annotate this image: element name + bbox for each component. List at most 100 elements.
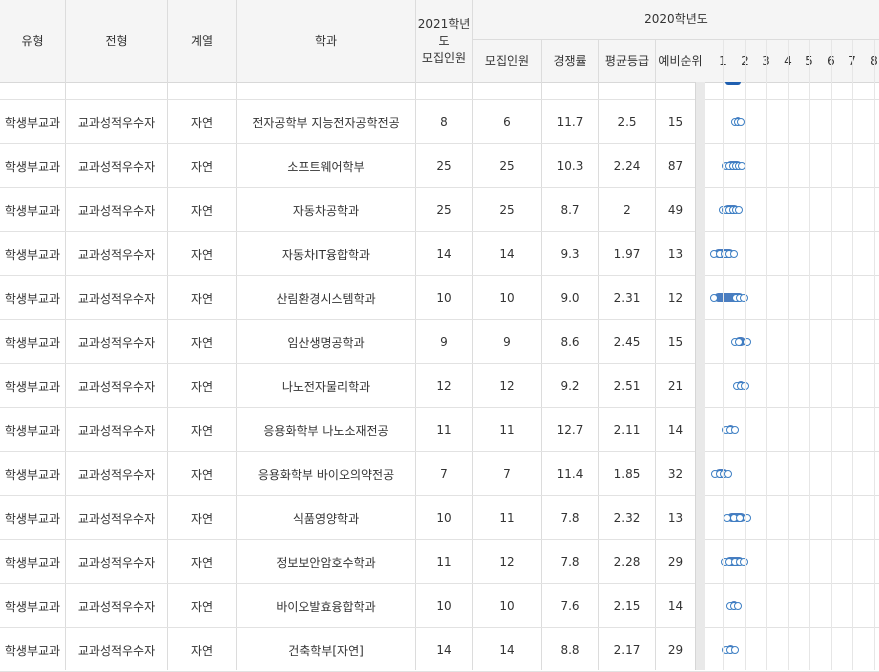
cell-dept: 바이오발효융합학과	[276, 599, 376, 614]
cell-quota-2020: 9	[503, 335, 511, 349]
cell-waitlist: 29	[667, 643, 684, 657]
cell-avg-grade: 2.31	[613, 291, 641, 305]
cell-dept: 자동차공학과	[292, 203, 360, 218]
cell-type: 학생부교과	[4, 115, 61, 130]
cell-waitlist: 13	[667, 511, 684, 525]
cell-dept: 전자공학부 지능전자공학전공	[252, 115, 400, 130]
cell-competition: 11.7	[556, 115, 584, 129]
cell-competition: 8.7	[560, 203, 580, 217]
grade-tick-line	[831, 40, 832, 670]
grade-point-marker	[742, 337, 751, 346]
cell-quota-2020: 10	[499, 291, 515, 305]
cell-waitlist: 13	[667, 247, 684, 261]
cell-quota-2020: 10	[499, 599, 515, 613]
cell-avg-grade: 2.11	[613, 423, 641, 437]
header-competition: 경쟁률	[553, 53, 587, 68]
cell-dept: 자동차IT융합학과	[281, 247, 371, 262]
table-row: 학생부교과 교과성적우수자 자연 응용화학부 나노소재전공 11 11 12.7 2.11 14	[0, 408, 879, 452]
cell-quota-2021: 25	[436, 159, 452, 173]
cell-admission: 교과성적우수자	[77, 555, 156, 570]
cell-waitlist: 49	[667, 203, 684, 217]
header-track: 계열	[190, 33, 214, 48]
cell-quota-2021: 14	[436, 247, 452, 261]
cell-dept: 나노전자물리학과	[281, 379, 371, 394]
table-row: 학생부교과 교과성적우수자 자연 전자공학부 지능전자공학전공 8 6 11.7 2.5 15	[0, 100, 879, 144]
cell-quota-2021: 7	[440, 467, 448, 481]
grade-tick-line	[852, 40, 853, 670]
header-admission: 전형	[105, 33, 128, 48]
table-row: 학생부교과 교과성적우수자 자연 자동차IT융합학과 14 14 9.3 1.97 13	[0, 232, 879, 276]
partial-grade-bar	[725, 82, 741, 85]
cell-competition: 9.0	[560, 291, 580, 305]
header-quota-2021-line2: 모집인원	[421, 50, 467, 65]
cell-track: 자연	[190, 423, 214, 438]
cell-track: 자연	[190, 643, 214, 658]
cell-admission: 교과성적우수자	[77, 423, 156, 438]
cell-avg-grade: 2	[623, 203, 631, 217]
grade-point-marker	[710, 293, 719, 302]
cell-track: 자연	[190, 291, 214, 306]
table-row: 학생부교과 교과성적우수자 자연 정보보안암호수학과 11 12 7.8 2.28 29	[0, 540, 879, 584]
table-row: 학생부교과 교과성적우수자 자연 건축학부[자연] 14 14 8.8 2.17 29	[0, 628, 879, 672]
cell-competition: 8.6	[560, 335, 580, 349]
cell-dept: 정보보안암호수학과	[276, 555, 376, 570]
cell-competition: 12.7	[556, 423, 584, 437]
cell-type: 학생부교과	[4, 555, 61, 570]
header-quota-2021: 2021학년도 모집인원	[416, 14, 472, 68]
cell-avg-grade: 2.28	[613, 555, 641, 569]
cell-competition: 9.2	[560, 379, 580, 393]
table-row: 학생부교과 교과성적우수자 자연 바이오발효융합학과 10 10 7.6 2.15 14	[0, 584, 879, 628]
cell-quota-2020: 11	[499, 511, 515, 525]
cell-quota-2021: 10	[436, 599, 452, 613]
grade-tick-line	[809, 40, 810, 670]
cell-type: 학생부교과	[4, 423, 61, 438]
grade-point-marker	[734, 205, 743, 214]
cell-competition: 7.6	[560, 599, 580, 613]
cell-track: 자연	[190, 379, 214, 394]
cell-dept: 소프트웨어학부	[287, 159, 365, 174]
grade-point-marker	[737, 117, 746, 126]
grade-scale-label: 8	[863, 40, 879, 82]
cell-quota-2020: 6	[503, 115, 511, 129]
cell-track: 자연	[190, 247, 214, 262]
header-avg-grade: 평균등급	[604, 53, 650, 68]
cell-waitlist: 32	[667, 467, 684, 481]
table-row: 학생부교과 교과성적우수자 자연 응용화학부 바이오의약전공 7 7 11.4 1.85 32	[0, 452, 879, 496]
cell-competition: 11.4	[556, 467, 584, 481]
grade-point-marker	[724, 469, 733, 478]
cell-admission: 교과성적우수자	[77, 599, 156, 614]
cell-admission: 교과성적우수자	[77, 115, 156, 130]
cell-track: 자연	[190, 467, 214, 482]
cell-type: 학생부교과	[4, 335, 61, 350]
cell-waitlist: 21	[667, 379, 684, 393]
cell-track: 자연	[190, 599, 214, 614]
grade-tick-line	[788, 40, 789, 670]
table-row: 학생부교과 교과성적우수자 자연 자동차공학과 25 25 8.7 2 49	[0, 188, 879, 232]
partial-row	[0, 82, 879, 99]
header-dept: 학과	[314, 33, 338, 48]
header-quota-2020: 모집인원	[484, 53, 530, 68]
cell-type: 학생부교과	[4, 643, 61, 658]
cell-quota-2020: 11	[499, 423, 515, 437]
cell-avg-grade: 2.32	[613, 511, 641, 525]
cell-admission: 교과성적우수자	[77, 335, 156, 350]
cell-waitlist: 14	[667, 599, 684, 613]
cell-track: 자연	[190, 555, 214, 570]
grade-point-marker	[742, 513, 751, 522]
table-row: 학생부교과 교과성적우수자 자연 나노전자물리학과 12 12 9.2 2.51 21	[0, 364, 879, 408]
cell-quota-2020: 12	[499, 379, 515, 393]
cell-quota-2020: 14	[499, 643, 515, 657]
grade-tick-line	[874, 40, 875, 670]
cell-avg-grade: 2.5	[617, 115, 637, 129]
cell-track: 자연	[190, 511, 214, 526]
cell-quota-2020: 7	[503, 467, 511, 481]
cell-dept: 건축학부[자연]	[288, 643, 364, 658]
cell-waitlist: 29	[667, 555, 684, 569]
cell-admission: 교과성적우수자	[77, 159, 156, 174]
cell-admission: 교과성적우수자	[77, 247, 156, 262]
cell-quota-2021: 11	[436, 423, 452, 437]
cell-competition: 9.3	[560, 247, 580, 261]
cell-admission: 교과성적우수자	[77, 511, 156, 526]
cell-quota-2020: 14	[499, 247, 515, 261]
cell-avg-grade: 2.17	[613, 643, 641, 657]
